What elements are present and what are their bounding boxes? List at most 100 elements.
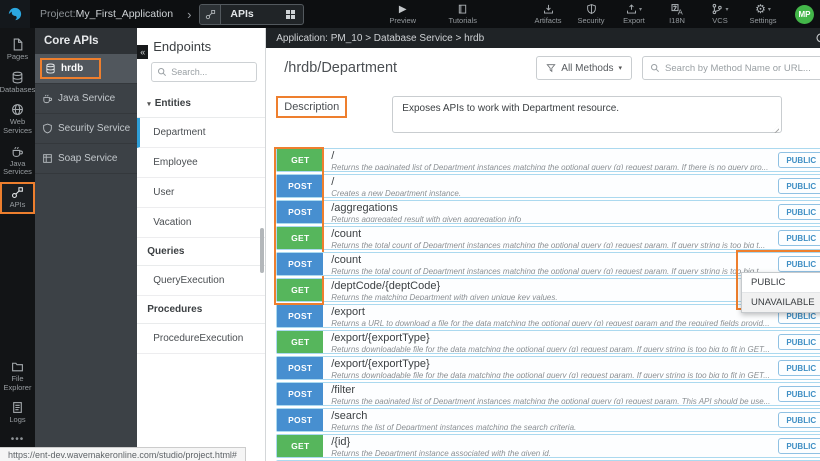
endpoint-path: /aggregations [331, 202, 770, 215]
tab-apis-label: APIs [221, 8, 263, 20]
access-dropdown-button[interactable]: PUBLIC▼ [778, 230, 820, 246]
access-dropdown-button[interactable]: PUBLIC▼ [778, 152, 820, 168]
dropdown-option-public[interactable]: PUBLIC [742, 273, 820, 293]
artifacts-button[interactable]: Artifacts [533, 3, 563, 25]
collapse-panel-button[interactable]: « [137, 45, 148, 59]
endpoint-row[interactable]: POST /filter Returns the paginated list … [276, 382, 820, 406]
breadcrumb-bar: Application: PM_10 > Database Service > … [266, 28, 820, 48]
sidebar-item-databases[interactable]: Databases [0, 67, 35, 100]
endpoints-search[interactable] [151, 62, 257, 82]
section-procedures[interactable]: Procedures [137, 296, 265, 324]
endpoint-item-department[interactable]: Department [137, 118, 265, 148]
grid-icon[interactable] [264, 10, 303, 19]
database-icon [45, 63, 56, 74]
coffee-icon [42, 93, 53, 104]
wavemaker-logo[interactable] [0, 0, 30, 28]
endpoint-path: /{id} [331, 436, 770, 449]
security-button[interactable]: Security [576, 3, 606, 25]
java-services-coffee-icon [11, 145, 24, 158]
left-icon-sidebar: Pages Databases Web Services Java Servic… [0, 28, 35, 461]
method-badge: POST [277, 253, 323, 275]
endpoints-search-input[interactable] [171, 67, 251, 77]
core-api-item-soap-service[interactable]: Soap Service [35, 144, 137, 174]
access-dropdown-button[interactable]: PUBLIC▼ [778, 178, 820, 194]
access-dropdown-menu: PUBLICUNAVAILABLE [741, 272, 820, 313]
status-bar-url: https://ent-dev.wavemakeronline.com/stud… [0, 447, 246, 461]
endpoint-row[interactable]: POST /export/{exportType} Returns downlo… [276, 356, 820, 380]
logs-icon [11, 401, 24, 414]
endpoint-list: GET / Returns the paginated list of Depa… [266, 146, 820, 461]
core-api-item-java-service[interactable]: Java Service [35, 84, 137, 114]
vcs-button[interactable]: ▾ VCS [705, 3, 735, 25]
settings-button[interactable]: ⚙ ▾ Settings [748, 3, 778, 25]
core-apis-title: Core APIs [35, 28, 137, 54]
method-badge: POST [277, 357, 323, 379]
endpoint-row[interactable]: GET /count Returns the total count of De… [276, 226, 820, 250]
all-methods-dropdown[interactable]: All Methods ▾ [536, 56, 632, 80]
method-search[interactable] [642, 56, 820, 80]
core-api-label-java-service: Java Service [58, 93, 115, 104]
endpoint-path: /count [331, 254, 770, 267]
soap-service-icon [42, 153, 53, 164]
main-content: Application: PM_10 > Database Service > … [266, 28, 820, 461]
method-badge: GET [277, 435, 323, 457]
section-queries[interactable]: Queries [137, 238, 265, 266]
panel-scrollbar[interactable] [260, 228, 264, 273]
endpoint-item-employee[interactable]: Employee [137, 148, 265, 178]
method-search-input[interactable] [665, 63, 820, 74]
i18n-translate-icon: A [671, 3, 683, 15]
caret-down-icon: ▾ [725, 6, 728, 13]
endpoint-row[interactable]: POST /count Returns the total count of D… [276, 252, 820, 276]
endpoint-item-queryexecution[interactable]: QueryExecution [137, 266, 265, 296]
description-textarea[interactable]: Exposes APIs to work with Department res… [392, 96, 782, 133]
sidebar-item-java-services[interactable]: Java Services [0, 141, 35, 182]
core-api-item-security-service[interactable]: Security Service [35, 114, 137, 144]
queries-header-label: Queries [147, 246, 184, 257]
endpoint-item-vacation[interactable]: Vacation [137, 208, 265, 238]
refresh-icon[interactable] [815, 32, 820, 44]
databases-icon [11, 71, 24, 84]
tab-apis[interactable]: APIs [199, 4, 303, 25]
sidebar-item-pages[interactable]: Pages [0, 34, 35, 67]
sidebar-item-apis[interactable]: APIs [0, 182, 35, 215]
core-api-item-hrdb[interactable]: hrdb [35, 54, 137, 84]
section-entities[interactable]: ▾ Entities [137, 90, 265, 118]
endpoint-row[interactable]: POST /search Returns the list of Departm… [276, 408, 820, 432]
sidebar-item-web-services[interactable]: Web Services [0, 99, 35, 140]
endpoint-row[interactable]: POST / Creates a new Department instance… [276, 174, 820, 198]
access-dropdown-button[interactable]: PUBLIC▼ [778, 204, 820, 220]
endpoint-description: Returns the list of Department instances… [331, 423, 770, 430]
book-icon [457, 3, 468, 15]
sidebar-item-file-explorer[interactable]: File Explorer [0, 356, 35, 397]
i18n-button[interactable]: A I18N [662, 3, 692, 25]
settings-gear-icon: ⚙ ▾ [755, 3, 771, 15]
endpoint-description: Returns the matching Department with giv… [331, 293, 770, 300]
export-label: Export [623, 16, 645, 25]
access-dropdown-button[interactable]: PUBLIC▼ [778, 360, 820, 376]
access-dropdown-button[interactable]: PUBLIC▼ [778, 412, 820, 428]
endpoint-row[interactable]: GET /export/{exportType} Returns downloa… [276, 330, 820, 354]
endpoints-title: Endpoints [137, 28, 265, 62]
project-name[interactable]: Project:My_First_Application [40, 8, 173, 20]
access-dropdown-button[interactable]: PUBLIC▼ [778, 386, 820, 402]
method-badge: POST [277, 201, 323, 223]
export-icon: ▾ [626, 3, 642, 15]
access-dropdown-button[interactable]: PUBLIC▼ [778, 334, 820, 350]
endpoint-item-user[interactable]: User [137, 178, 265, 208]
wavemaker-studio: Project:My_First_Application › APIs ▶ Pr… [0, 0, 820, 461]
overflow-menu[interactable]: ••• [11, 434, 25, 445]
web-services-globe-icon [11, 103, 24, 116]
dropdown-option-unavailable[interactable]: UNAVAILABLE [742, 293, 820, 312]
endpoint-item-procedureexecution[interactable]: ProcedureExecution [137, 324, 265, 354]
user-avatar[interactable]: MP [795, 5, 814, 24]
endpoint-path: /filter [331, 384, 770, 397]
endpoint-row[interactable]: POST /aggregations Returns aggregated re… [276, 200, 820, 224]
endpoint-row[interactable]: GET / Returns the paginated list of Depa… [276, 148, 820, 172]
preview-button[interactable]: ▶ Preview [388, 3, 418, 25]
access-dropdown-button[interactable]: PUBLIC▼ [778, 438, 820, 454]
export-button[interactable]: ▾ Export [619, 3, 649, 25]
sidebar-item-logs[interactable]: Logs [0, 397, 35, 430]
tutorials-button[interactable]: Tutorials [448, 3, 478, 25]
endpoint-row[interactable]: GET /{id} Returns the Department instanc… [276, 434, 820, 458]
sidebar-label-web-services: Web Services [1, 118, 34, 135]
